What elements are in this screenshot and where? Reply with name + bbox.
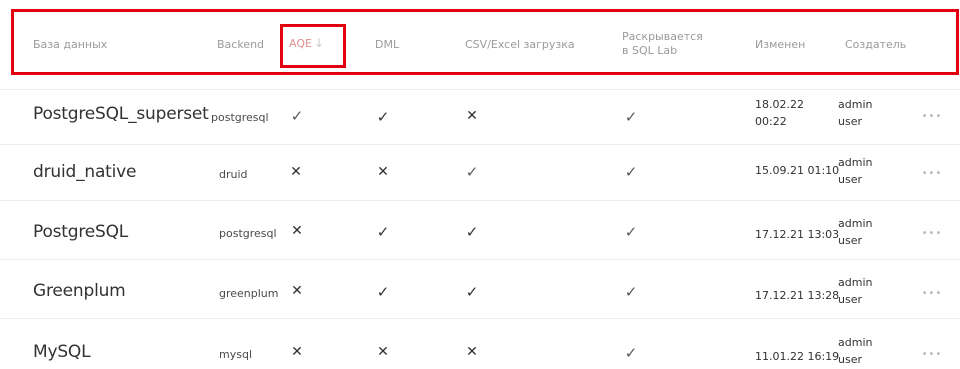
dml-cross-icon: ✕ (377, 164, 389, 180)
creator-value: admin user (838, 274, 872, 308)
dml-cross-icon: ✕ (377, 344, 389, 360)
modified-date: 17.12.21 13:03 (755, 228, 840, 241)
modified-value: 15.09.21 01:10 (755, 162, 839, 179)
backend-value: greenplum (219, 287, 279, 300)
backend-value: mysql (219, 348, 252, 361)
aqe-cross-icon: ✕ (291, 223, 303, 239)
modified-value: 17.12.21 13:28 (755, 287, 839, 304)
aqe-cross-icon: ✕ (290, 164, 302, 180)
modified-date: 11.01.22 16:19 (755, 350, 840, 363)
creator-value: admin user (838, 334, 872, 368)
modified-date: 15.09.21 01:10 (755, 164, 840, 177)
sql-lab-check-icon: ✓ (624, 108, 638, 126)
backend-value: postgresql (219, 227, 277, 240)
row-actions-more-icon[interactable]: ••• (917, 107, 947, 127)
table-row[interactable]: PostgreSQL_superset postgresql ✓ ✓ ✕ ✓ 1… (0, 90, 960, 145)
creator-line1: admin (838, 98, 873, 111)
table-header: База данных Backend AQE ↓ DML CSV/Excel з… (0, 0, 960, 89)
creator-line1: admin (838, 276, 873, 289)
backend-value: postgresql (211, 111, 269, 124)
table-row[interactable]: PostgreSQL postgresql ✕ ✓ ✓ ✓ 17.12.21 1… (0, 202, 960, 260)
csv-check-icon: ✓ (465, 223, 479, 241)
row-actions-more-icon[interactable]: ••• (917, 224, 947, 244)
sql-lab-check-icon: ✓ (624, 344, 638, 362)
sql-lab-check-icon: ✓ (624, 163, 638, 181)
table-row[interactable]: MySQL mysql ✕ ✕ ✕ ✓ 11.01.22 16:19 admin… (0, 320, 960, 369)
csv-check-icon: ✓ (465, 163, 479, 181)
creator-line2: user (838, 173, 862, 186)
aqe-cross-icon: ✕ (291, 344, 303, 360)
table-row[interactable]: druid_native druid ✕ ✕ ✓ ✓ 15.09.21 01:1… (0, 146, 960, 201)
creator-line2: user (838, 115, 862, 128)
creator-line2: user (838, 353, 862, 366)
header-highlight-outline (11, 9, 959, 75)
sort-column-highlight-outline (280, 24, 346, 68)
dml-check-icon: ✓ (376, 223, 390, 241)
creator-line1: admin (838, 217, 873, 230)
sql-lab-check-icon: ✓ (624, 283, 638, 301)
dml-check-icon: ✓ (376, 283, 390, 301)
modified-date: 17.12.21 13:28 (755, 289, 840, 302)
row-actions-more-icon[interactable]: ••• (917, 284, 947, 304)
modified-date: 18.02.22 (755, 98, 804, 111)
csv-check-icon: ✓ (465, 283, 479, 301)
creator-value: admin user (838, 154, 872, 188)
database-name-link[interactable]: PostgreSQL (33, 222, 128, 242)
creator-value: admin user (838, 96, 872, 130)
row-actions-more-icon[interactable]: ••• (917, 164, 947, 184)
sql-lab-check-icon: ✓ (624, 223, 638, 241)
database-name-link[interactable]: PostgreSQL_superset (33, 104, 209, 124)
creator-line1: admin (838, 156, 873, 169)
dml-check-icon: ✓ (376, 108, 390, 126)
aqe-check-icon: ✓ (290, 107, 304, 125)
backend-value: druid (219, 168, 248, 181)
creator-line2: user (838, 234, 862, 247)
modified-time: 00:22 (755, 115, 787, 128)
database-name-link[interactable]: druid_native (33, 162, 136, 182)
database-name-link[interactable]: MySQL (33, 342, 91, 362)
creator-value: admin user (838, 215, 872, 249)
creator-line2: user (838, 293, 862, 306)
csv-cross-icon: ✕ (466, 108, 478, 124)
row-actions-more-icon[interactable]: ••• (917, 345, 947, 365)
modified-value: 11.01.22 16:19 (755, 348, 839, 365)
modified-value: 17.12.21 13:03 (755, 226, 839, 243)
table-row[interactable]: Greenplum greenplum ✕ ✓ ✓ ✓ 17.12.21 13:… (0, 261, 960, 319)
aqe-cross-icon: ✕ (291, 283, 303, 299)
creator-line1: admin (838, 336, 873, 349)
csv-cross-icon: ✕ (466, 344, 478, 360)
database-name-link[interactable]: Greenplum (33, 281, 126, 301)
modified-value: 18.02.22 00:22 (755, 96, 804, 130)
